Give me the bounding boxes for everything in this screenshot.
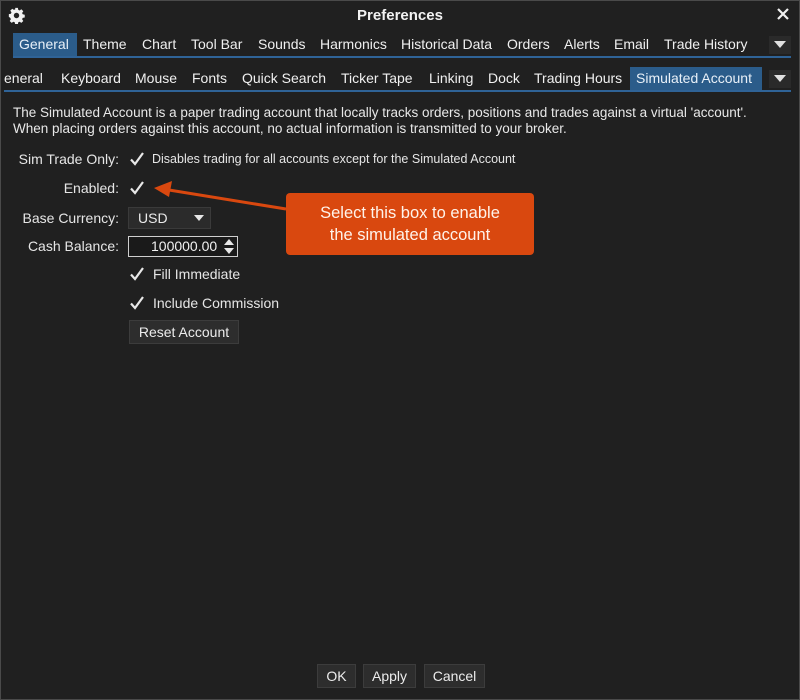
fill-immediate-label: Fill Immediate xyxy=(153,266,241,282)
callout-line: Select this box to enable xyxy=(320,204,500,222)
tab-alerts[interactable]: Alerts xyxy=(558,33,606,56)
chevron-down-icon xyxy=(774,75,786,82)
checkmark-icon xyxy=(130,267,144,281)
tab-linking[interactable]: Linking xyxy=(423,67,479,90)
tab-orders[interactable]: Orders xyxy=(501,33,556,56)
tab-fonts[interactable]: Fonts xyxy=(186,67,233,90)
base-currency-select[interactable]: USD xyxy=(128,207,211,229)
title-bar: Preferences xyxy=(1,1,799,31)
tab-overflow-button-secondary[interactable] xyxy=(769,70,791,88)
close-icon[interactable] xyxy=(776,7,790,21)
tab-harmonics[interactable]: Harmonics xyxy=(314,33,393,56)
description-line: When placing orders against this account… xyxy=(13,121,567,136)
cash-balance-input[interactable]: 100000.00 xyxy=(128,236,238,257)
chevron-down-icon xyxy=(774,41,786,48)
ok-button[interactable]: OK xyxy=(317,664,356,688)
tab-ticker-tape[interactable]: Ticker Tape xyxy=(335,67,419,90)
base-currency-value: USD xyxy=(138,210,168,226)
tab-email[interactable]: Email xyxy=(608,33,655,56)
callout-line: the simulated account xyxy=(329,226,491,244)
fill-immediate-checkbox[interactable] xyxy=(128,265,146,283)
preferences-window: Preferences General Theme Chart Tool Bar… xyxy=(0,0,800,700)
tab-row-primary: General Theme Chart Tool Bar Sounds Harm… xyxy=(13,33,791,58)
checkmark-icon xyxy=(130,152,144,166)
base-currency-label: Base Currency: xyxy=(22,210,119,226)
tab-simulated-account[interactable]: Simulated Account xyxy=(630,67,762,90)
apply-button[interactable]: Apply xyxy=(363,664,416,688)
checkmark-icon xyxy=(130,296,144,310)
sim-trade-only-text: Disables trading for all accounts except… xyxy=(152,152,516,166)
tab-row-secondary: eneral Keyboard Mouse Fonts Quick Search… xyxy=(4,67,791,92)
tab-overflow-button-primary[interactable] xyxy=(769,36,791,54)
tab-tool-bar[interactable]: Tool Bar xyxy=(185,33,248,56)
description-line: The Simulated Account is a paper trading… xyxy=(13,105,747,120)
tab-quick-search[interactable]: Quick Search xyxy=(236,67,332,90)
tab-keyboard[interactable]: Keyboard xyxy=(55,67,127,90)
tab-mouse[interactable]: Mouse xyxy=(129,67,183,90)
include-commission-label: Include Commission xyxy=(153,295,280,311)
cancel-button[interactable]: Cancel xyxy=(424,664,485,688)
sim-trade-only-checkbox[interactable] xyxy=(128,150,146,168)
tab-general-clipped[interactable]: eneral xyxy=(4,67,49,90)
reset-account-button[interactable]: Reset Account xyxy=(129,320,239,344)
description-text: The Simulated Account is a paper trading… xyxy=(13,105,793,137)
tab-chart[interactable]: Chart xyxy=(136,33,182,56)
window-title: Preferences xyxy=(357,7,443,24)
enabled-checkbox[interactable] xyxy=(128,179,146,197)
enabled-label: Enabled: xyxy=(63,180,119,196)
tab-trade-history[interactable]: Trade History xyxy=(658,33,754,56)
tab-sounds[interactable]: Sounds xyxy=(252,33,311,56)
cash-balance-value: 100000.00 xyxy=(151,238,218,254)
tab-dock[interactable]: Dock xyxy=(482,67,526,90)
tab-underline-primary xyxy=(13,56,791,58)
include-commission-checkbox[interactable] xyxy=(128,294,146,312)
tab-trading-hours[interactable]: Trading Hours xyxy=(528,67,628,90)
tab-underline-secondary xyxy=(4,90,791,92)
spinner-arrows-icon[interactable] xyxy=(223,238,235,255)
tab-historical-data[interactable]: Historical Data xyxy=(395,33,498,56)
sim-trade-only-label: Sim Trade Only: xyxy=(18,151,119,167)
cash-balance-label: Cash Balance: xyxy=(27,238,119,254)
tab-theme[interactable]: Theme xyxy=(77,33,133,56)
tab-general[interactable]: General xyxy=(13,33,77,56)
chevron-down-icon xyxy=(194,215,204,221)
checkmark-icon xyxy=(130,181,144,195)
callout-annotation: Select this box to enable the simulated … xyxy=(286,193,534,255)
